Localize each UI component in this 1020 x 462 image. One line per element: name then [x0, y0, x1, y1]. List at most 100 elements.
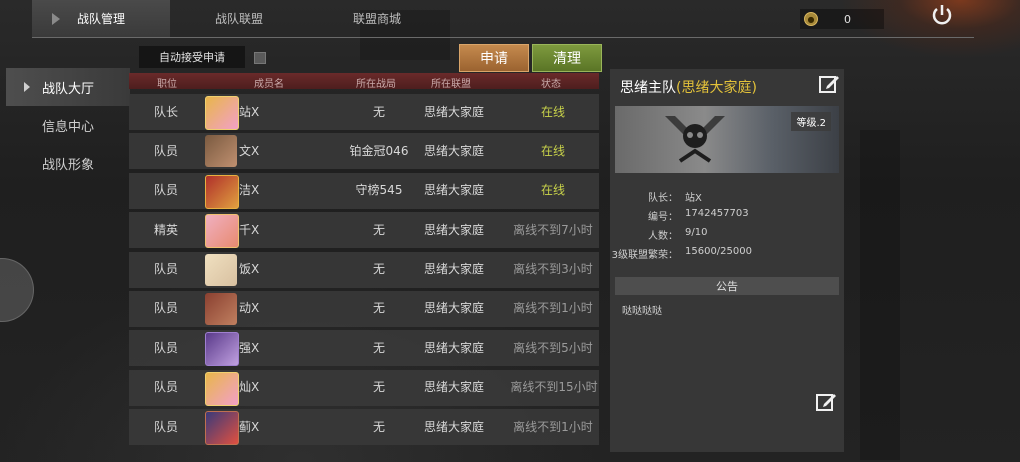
tab-team-management[interactable]: 战队管理 — [32, 0, 170, 37]
member-name: 饭X — [239, 262, 260, 277]
avatar — [205, 214, 239, 249]
currency-display: ● 0 — [800, 9, 884, 29]
background-pillar — [860, 130, 900, 460]
top-tab-bar: 战队管理 战队联盟 联盟商城 — [32, 0, 446, 37]
team-info-panel: 思绪主队(思绪大家庭) 等级.2 队长： 站X 编号： 1742457703 人… — [610, 69, 844, 452]
member-position: 队员 — [153, 262, 178, 277]
auto-accept-checkbox[interactable] — [254, 52, 266, 64]
member-name: 洁X — [239, 183, 260, 198]
member-alliance: 思绪大家庭 — [423, 301, 484, 316]
member-position: 队员 — [153, 419, 178, 434]
table-row[interactable]: 队员 灿X 无 思绪大家庭 离线不到15小时 — [129, 369, 599, 406]
sidebar-item-info-center[interactable]: 信息中心 — [6, 106, 130, 144]
notice-text: 哒哒哒哒 — [622, 306, 662, 317]
table-row[interactable]: 精英 千X 无 思绪大家庭 离线不到7小时 — [129, 212, 599, 249]
auto-accept-label: 自动接受申请 — [139, 46, 245, 68]
member-game: 无 — [372, 222, 385, 237]
info-value: 站X — [685, 193, 702, 204]
power-icon[interactable] — [929, 2, 955, 28]
header-position: 职位 — [157, 79, 177, 90]
team-banner: 等级.2 — [615, 106, 839, 173]
sidebar-item-team-hall[interactable]: 战队大厅 — [6, 68, 130, 106]
avatar — [205, 135, 237, 168]
edit-notice-icon[interactable] — [815, 391, 837, 413]
member-position: 队员 — [153, 340, 178, 355]
member-status: 离线不到5小时 — [513, 340, 593, 355]
skull-emblem-icon — [665, 116, 725, 163]
avatar — [205, 96, 239, 130]
info-key: 3级联盟繁荣： — [611, 250, 678, 261]
sidebar: 战队大厅 信息中心 战队形象 — [6, 68, 130, 182]
tab-label: 联盟商城 — [352, 12, 401, 26]
member-alliance: 思绪大家庭 — [423, 183, 484, 198]
coin-icon: ● — [804, 12, 818, 26]
member-game: 无 — [372, 301, 385, 316]
sidebar-item-label: 战队形象 — [42, 157, 95, 173]
info-key: 队长： — [648, 193, 678, 204]
member-status: 离线不到15小时 — [510, 380, 598, 395]
member-status: 离线不到3小时 — [513, 262, 593, 277]
header-game: 所在战局 — [356, 79, 396, 90]
member-name: 强X — [239, 340, 260, 355]
member-name: 动X — [239, 301, 260, 316]
member-name: 蓟X — [239, 419, 260, 434]
clean-button[interactable]: 清理 — [532, 44, 602, 72]
member-alliance: 思绪大家庭 — [423, 419, 484, 434]
info-leader: 队长： 站X — [610, 189, 844, 208]
member-game: 无 — [372, 104, 385, 119]
avatar — [205, 332, 239, 367]
info-key: 人数： — [648, 231, 678, 242]
table-row[interactable]: 队员 文X 铂金冠046 思绪大家庭 在线 — [129, 133, 599, 170]
member-position: 队员 — [153, 183, 178, 198]
member-game: 铂金冠046 — [349, 143, 409, 158]
team-level-badge: 等级.2 — [791, 112, 831, 131]
tab-team-alliance[interactable]: 战队联盟 — [170, 0, 308, 37]
member-position: 队员 — [153, 143, 178, 158]
member-alliance: 思绪大家庭 — [423, 222, 484, 237]
sidebar-item-label: 信息中心 — [42, 119, 95, 135]
tab-arrow-icon — [52, 13, 60, 25]
table-row[interactable]: 队员 强X 无 思绪大家庭 离线不到5小时 — [129, 330, 599, 367]
member-position: 队员 — [153, 380, 178, 395]
member-alliance: 思绪大家庭 — [423, 340, 484, 355]
table-row[interactable]: 队员 洁X 守榜545 思绪大家庭 在线 — [129, 172, 599, 209]
nav-arrow-icon — [24, 82, 30, 92]
avatar — [205, 253, 237, 286]
table-row[interactable]: 队员 饭X 无 思绪大家庭 离线不到3小时 — [129, 251, 599, 288]
edit-team-icon[interactable] — [818, 73, 840, 95]
member-status: 离线不到1小时 — [513, 301, 593, 316]
info-members: 人数： 9/10 — [610, 227, 844, 246]
info-key: 编号： — [648, 212, 678, 223]
team-title: 思绪主队(思绪大家庭) — [620, 77, 757, 97]
tab-label: 战队管理 — [76, 12, 125, 26]
member-alliance: 思绪大家庭 — [423, 143, 484, 158]
tab-alliance-shop[interactable]: 联盟商城 — [308, 0, 446, 37]
info-value: 9/10 — [685, 227, 708, 238]
info-value: 1742457703 — [685, 208, 749, 219]
table-row[interactable]: 队员 动X 无 思绪大家庭 离线不到1小时 — [129, 290, 599, 327]
member-status: 在线 — [540, 143, 565, 158]
member-alliance: 思绪大家庭 — [423, 104, 484, 119]
sidebar-item-team-image[interactable]: 战队形象 — [6, 144, 130, 182]
member-game: 无 — [372, 380, 385, 395]
sidebar-item-label: 战队大厅 — [42, 81, 95, 97]
member-name: 站X — [239, 104, 260, 119]
avatar — [205, 174, 239, 209]
top-divider — [32, 37, 974, 38]
floating-menu-button[interactable] — [0, 258, 34, 322]
member-name: 千X — [239, 222, 260, 237]
table-row[interactable]: 队员 蓟X 无 思绪大家庭 离线不到1小时 — [129, 409, 599, 446]
member-position: 精英 — [153, 222, 178, 237]
member-game: 无 — [372, 340, 385, 355]
avatar — [205, 371, 239, 406]
header-member-name: 成员名 — [254, 79, 284, 90]
team-name: 思绪主队 — [620, 80, 676, 96]
member-alliance: 思绪大家庭 — [423, 262, 484, 277]
member-name: 灿X — [239, 380, 260, 395]
member-status: 离线不到1小时 — [513, 419, 593, 434]
avatar — [205, 411, 239, 446]
member-name: 文X — [239, 143, 260, 158]
member-alliance: 思绪大家庭 — [423, 380, 484, 395]
apply-button[interactable]: 申请 — [459, 44, 529, 72]
table-row[interactable]: 队长 站X 无 思绪大家庭 在线 — [129, 94, 599, 130]
